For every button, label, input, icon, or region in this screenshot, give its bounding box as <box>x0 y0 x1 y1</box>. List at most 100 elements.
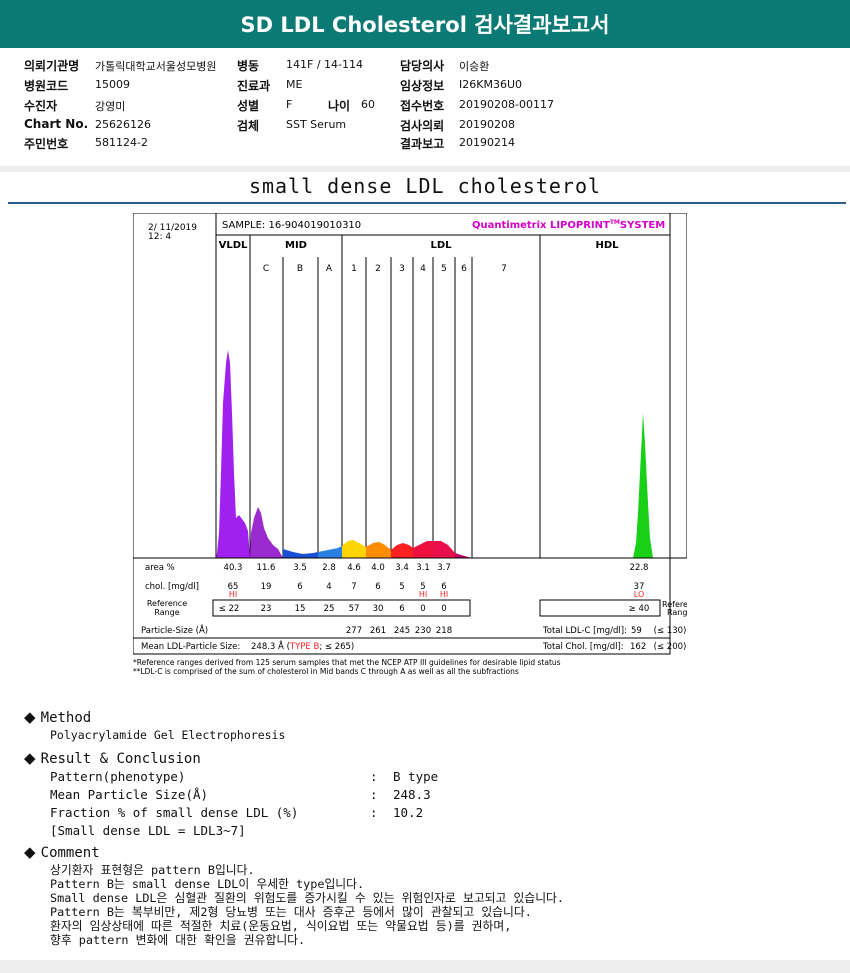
info-label: 나이 <box>328 99 351 113</box>
area-value: 3.7 <box>437 563 451 573</box>
info-value: I26KM36U0 <box>459 78 522 91</box>
row-label-area: area % <box>145 563 175 573</box>
section-divider <box>0 166 850 172</box>
comment-line: Small dense LDL은 심혈관 질환의 위험도를 증가시킬 수 있는 … <box>50 891 565 905</box>
info-value: 25626126 <box>95 118 151 131</box>
title-underline <box>8 202 846 204</box>
total-chol-value: 162 <box>630 642 646 652</box>
result-value: B type <box>393 769 439 784</box>
info-value: 20190214 <box>459 136 515 149</box>
footnote: *Reference ranges derived from 125 serum… <box>133 658 561 667</box>
area-value: 3.4 <box>395 563 409 573</box>
flag-hi: HI <box>419 590 427 599</box>
area-value: 2.8 <box>322 563 336 573</box>
band-label: 5 <box>441 264 447 274</box>
total-ldl-label: Total LDL-C [mg/dl]: <box>542 626 627 636</box>
comment-line: Pattern B는 복부비만, 제2형 당뇨병 또는 대사 증후군 등에서 많… <box>50 905 532 919</box>
area-value: 4.6 <box>347 563 361 573</box>
comment-heading: Comment <box>40 845 100 861</box>
info-label: 주민번호 <box>24 137 69 151</box>
chol-value: 7 <box>351 582 356 592</box>
comment-line: 상기환자 표현형은 pattern B입니다. <box>50 863 255 877</box>
band-label: 4 <box>420 264 426 274</box>
comment-line: Pattern B는 small dense LDL이 우세한 type입니다. <box>50 877 365 891</box>
diamond-bullet-icon: ◆ <box>24 843 36 861</box>
ref-label: Reference <box>147 599 187 608</box>
info-label: 검체 <box>237 119 260 133</box>
particle-value: 218 <box>436 626 452 636</box>
bottom-bar <box>0 960 850 973</box>
info-value: 15009 <box>95 78 130 91</box>
ref-value: 6 <box>399 604 404 614</box>
chol-value: 6 <box>375 582 380 592</box>
info-value: F <box>286 98 293 111</box>
chol-value: 5 <box>399 582 404 592</box>
ref-value: 25 <box>324 604 335 614</box>
group-mid: MID <box>285 240 307 251</box>
info-label: 진료과 <box>237 79 271 93</box>
area-value: 40.3 <box>224 563 243 573</box>
ref-value: 15 <box>295 604 306 614</box>
result-value: 10.2 <box>393 805 424 820</box>
ref-value: 23 <box>261 604 272 614</box>
patient-info-panel: 의뢰기관명 가톨릭대학교서울성모병원 병원코드 15009 수진자 강영미 Ch… <box>0 48 850 166</box>
info-label: 의뢰기관명 <box>24 59 80 73</box>
method-heading: Method <box>40 710 92 726</box>
info-label: 접수번호 <box>400 99 445 113</box>
band-label: 3 <box>399 264 405 274</box>
band-label: 6 <box>461 264 467 274</box>
band-label: B <box>297 264 303 274</box>
row-label-chol: chol. [mg/dl] <box>145 582 199 592</box>
comment-line: 향후 pattern 변화에 대한 확인을 권유합니다. <box>50 933 306 947</box>
ref-value-hdl: ≥ 40 <box>629 604 650 614</box>
comment-heading-row: ◆ Comment <box>24 842 100 861</box>
row-label-particle: Particle-Size (Å) <box>141 624 208 636</box>
group-ldl: LDL <box>430 240 452 251</box>
info-label: 담당의사 <box>400 59 445 73</box>
footnote: **LDL-C is comprised of the sum of chole… <box>133 667 519 676</box>
total-ldl-ref: (≤ 130) <box>654 626 687 636</box>
ref-value: 57 <box>349 604 360 614</box>
ref-value: 30 <box>373 604 384 614</box>
mean-ldl-value: 248.3 Å (TYPE B; ≤ 265) <box>251 640 354 652</box>
band-label: A <box>326 264 333 274</box>
result-value: 248.3 <box>393 787 431 802</box>
chol-value: 19 <box>261 582 272 592</box>
sample-id: SAMPLE: 16-904019010310 <box>222 220 361 231</box>
result-note: [Small dense LDL = LDL3~7] <box>50 823 246 838</box>
band-label: C <box>263 264 269 274</box>
info-label: 성별 <box>237 99 260 113</box>
result-heading-row: ◆ Result & Conclusion <box>24 748 201 767</box>
info-value: 60 <box>361 98 375 111</box>
particle-value: 230 <box>415 626 431 636</box>
info-value: 20190208-00117 <box>459 98 554 111</box>
group-hdl: HDL <box>595 240 619 251</box>
result-label: Fraction % of small dense LDL (%) <box>50 805 299 820</box>
result-heading: Result & Conclusion <box>40 751 201 767</box>
report-main-title: SD LDL Cholesterol 검사결과보고서 <box>240 13 610 37</box>
report-subtitle: small dense LDL cholesterol <box>248 174 602 198</box>
flag-hi: HI <box>440 590 448 599</box>
info-label: 임상정보 <box>400 79 445 93</box>
system-brand: Quantimetrix LIPOPRINTTMSYSTEM <box>472 219 665 231</box>
particle-value: 245 <box>394 626 410 636</box>
result-label: Mean Particle Size(Å) <box>50 787 209 802</box>
result-label: Pattern(phenotype) <box>50 769 186 784</box>
chol-value: 6 <box>297 582 302 592</box>
particle-value: 277 <box>346 626 362 636</box>
flag-lo: LO <box>634 590 644 599</box>
total-chol-ref: (≤ 200) <box>654 642 687 652</box>
ref-value: 0 <box>441 604 446 614</box>
particle-value: 261 <box>370 626 386 636</box>
method-text: Polyacrylamide Gel Electrophoresis <box>50 728 286 742</box>
info-value: 강영미 <box>95 100 126 113</box>
total-chol-label: Total Chol. [mg/dl]: <box>542 642 624 652</box>
info-value: 581124-2 <box>95 136 148 149</box>
info-label: Chart No. <box>24 117 89 131</box>
ref-label: Range <box>154 608 179 617</box>
info-label: 수진자 <box>24 99 58 113</box>
method-heading-row: ◆ Method <box>24 707 91 726</box>
result-colon: : <box>370 787 378 802</box>
area-value: 3.5 <box>293 563 307 573</box>
mean-ldl-label: Mean LDL-Particle Size: <box>141 642 240 652</box>
